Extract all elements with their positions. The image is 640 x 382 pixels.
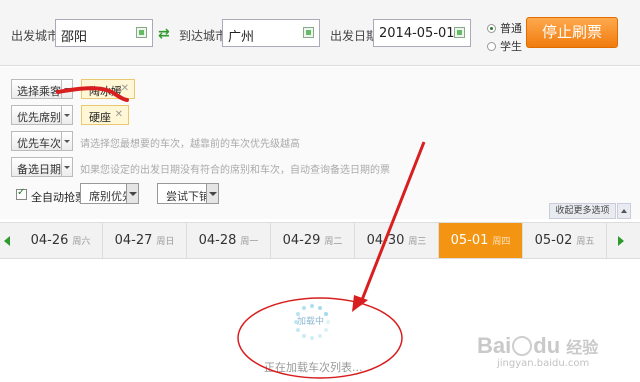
stop-refresh-button[interactable]: 停止刷票: [526, 17, 618, 48]
close-icon[interactable]: ✕: [115, 109, 123, 120]
loading-status-text: 正在加载车次列表...: [264, 361, 363, 374]
backup-date-hint: 如果您设定的出发日期没有符合的席别和车次，自动查询备选日期的票: [80, 165, 390, 176]
calendar-icon[interactable]: [454, 27, 465, 38]
radio-on-icon[interactable]: [487, 24, 496, 33]
date-field[interactable]: 2014-05-01: [373, 19, 471, 47]
options-panel: 选择乘客 陶冰媛 ✕ 优先席别 硬座 ✕ 优先车次 请选择您最想要的车次，越靠前的车…: [0, 67, 640, 219]
spinner-dot: [296, 328, 301, 332]
spinner-dot: [323, 328, 328, 332]
date-tab-weekday: 周一: [240, 237, 259, 247]
seat-first-select[interactable]: 席别优先: [80, 183, 139, 204]
date-tab-date: 04-26: [30, 233, 69, 248]
radio-off-icon[interactable]: [487, 42, 496, 51]
chevron-down-icon[interactable]: [61, 80, 72, 98]
date-tab-date: 04-28: [198, 233, 237, 248]
spinner-dot: [310, 336, 314, 340]
date-tab[interactable]: 04-28 周一: [187, 223, 271, 258]
train-priority-dropdown[interactable]: 优先车次: [11, 131, 73, 151]
date-strip: 04-26 周六 04-27 周日 04-28 周一 04-29 周二 04-30 周三 05-01…: [0, 222, 640, 259]
loading-spinner-text: 加载中: [297, 317, 325, 327]
search-bar: 出发城市 邵阳 ⇄ 到达城市 广州 出发日期 2014-05-01 普通 学生 …: [0, 0, 640, 66]
baidu-watermark-logo: Bai du 经验: [477, 333, 599, 358]
spinner-dot: [323, 312, 328, 316]
collapse-more-options-button[interactable]: 收起更多选项: [549, 203, 616, 219]
city-picker-icon[interactable]: [136, 27, 147, 38]
date-tab-weekday: 周五: [576, 237, 595, 247]
watermark-url: jingyan.baidu.com: [497, 358, 590, 369]
date-tab-weekday: 周日: [156, 237, 175, 247]
date-tab[interactable]: 04-29 周二: [271, 223, 355, 258]
select-passenger-dropdown[interactable]: 选择乘客: [11, 79, 73, 99]
next-date-arrow-icon[interactable]: [613, 223, 629, 258]
date-tab[interactable]: 04-27 周日: [103, 223, 187, 258]
ticket-type-normal[interactable]: 普通: [487, 20, 522, 36]
auto-grab-checkbox[interactable]: [16, 187, 27, 200]
train-priority-hint: 请选择您最想要的车次，越靠前的车次优先级越高: [80, 139, 300, 150]
to-city-label: 到达城市: [179, 29, 228, 43]
from-city-label: 出发城市: [11, 29, 60, 43]
chevron-down-icon[interactable]: [61, 106, 72, 124]
date-tab-date: 04-29: [282, 233, 321, 248]
close-icon[interactable]: ✕: [121, 83, 129, 94]
seat-priority-dropdown[interactable]: 优先席别: [11, 105, 73, 125]
prev-date-arrow-icon[interactable]: [0, 223, 16, 258]
date-tab[interactable]: 04-30 周三: [355, 223, 439, 258]
backup-date-dropdown[interactable]: 备选日期: [11, 157, 73, 177]
spinner-dot: [326, 320, 330, 324]
try-sleeper-select[interactable]: 尝试下铺: [157, 183, 219, 204]
date-tab[interactable]: 04-26 周六: [19, 223, 103, 258]
chevron-down-icon[interactable]: [61, 132, 72, 150]
spinner-dot: [302, 333, 306, 338]
date-tab-weekday: 周四: [492, 237, 511, 247]
chevron-down-icon[interactable]: [126, 184, 138, 203]
ticket-type-student[interactable]: 学生: [487, 38, 522, 54]
date-tab-date: 04-27: [114, 233, 153, 248]
chevron-up-icon[interactable]: [617, 203, 631, 219]
date-tab[interactable]: 05-02 周五: [523, 223, 607, 258]
spinner-dot: [318, 306, 322, 311]
date-label: 出发日期: [330, 29, 379, 43]
auto-grab-label: 全自动抢票: [31, 191, 86, 204]
passenger-tag[interactable]: 陶冰媛 ✕: [81, 79, 135, 99]
chevron-down-icon[interactable]: [61, 158, 72, 176]
date-value: 2014-05-01: [379, 26, 455, 41]
baidu-paw-icon: [512, 336, 533, 356]
spinner-dot: [310, 304, 314, 308]
from-city-field[interactable]: 邵阳: [55, 19, 153, 47]
date-tab-weekday: 周三: [408, 237, 427, 247]
swap-cities-icon[interactable]: ⇄: [158, 26, 170, 42]
spinner-dot: [318, 333, 322, 338]
date-tab-weekday: 周六: [72, 237, 91, 247]
date-tab-date: 05-01: [450, 233, 489, 248]
to-city-field[interactable]: 广州: [222, 19, 320, 47]
date-tab-date: 05-02: [534, 233, 573, 248]
date-tab-date: 04-30: [366, 233, 405, 248]
spinner-dot: [302, 306, 306, 311]
seat-tag[interactable]: 硬座 ✕: [81, 105, 129, 125]
arrowhead-annotation: [352, 295, 368, 312]
city-picker-icon[interactable]: [303, 27, 314, 38]
date-tab-weekday: 周二: [324, 237, 343, 247]
to-city-value: 广州: [228, 30, 255, 45]
chevron-down-icon[interactable]: [206, 184, 218, 203]
date-tab[interactable]: 05-01 周四: [439, 223, 523, 258]
from-city-value: 邵阳: [61, 30, 88, 45]
